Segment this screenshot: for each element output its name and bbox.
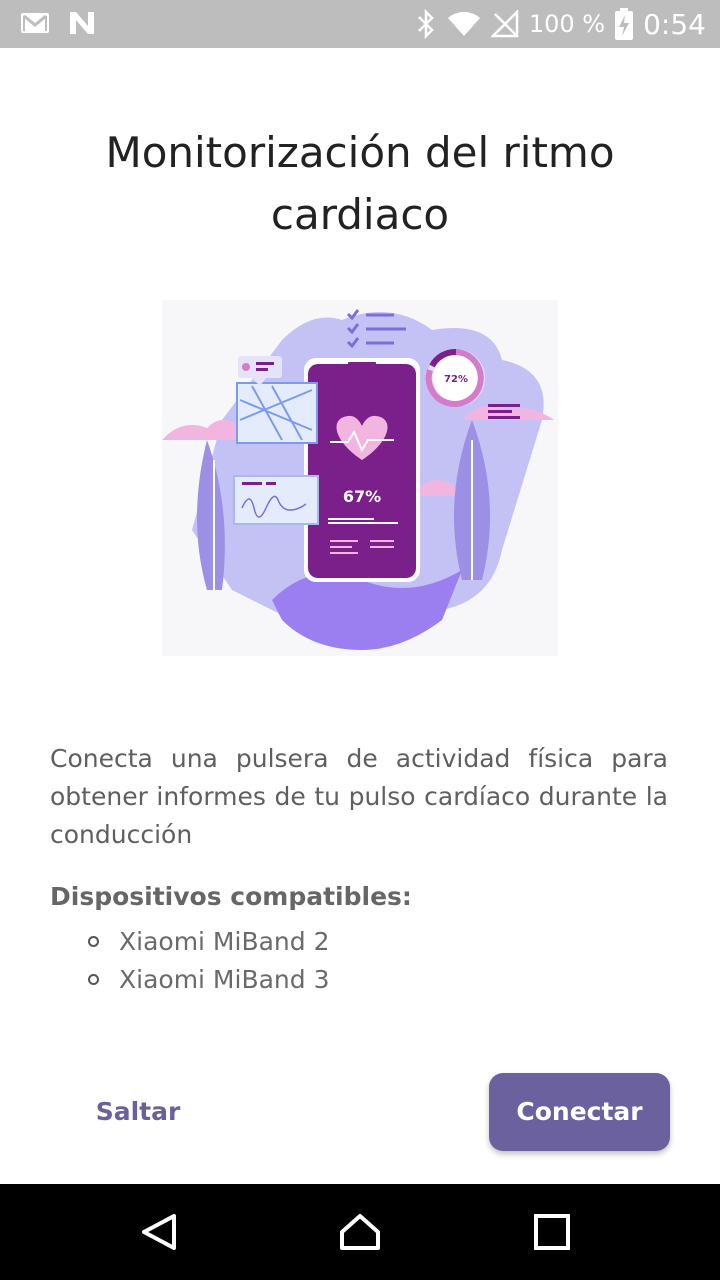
compatible-devices-title: Dispositivos compatibles: — [50, 882, 412, 911]
home-icon[interactable] — [336, 1208, 384, 1256]
recents-icon[interactable] — [528, 1208, 576, 1256]
heart-rate-illustration: 67% 72% — [162, 300, 558, 656]
list-item: Xiaomi MiBand 2 — [88, 922, 330, 960]
page-title: Monitorización del ritmo cardiaco — [105, 128, 615, 239]
battery-percent: 100 % — [528, 10, 606, 38]
ring-percent: 72% — [444, 374, 468, 385]
device-label: Xiaomi MiBand 2 — [119, 926, 330, 956]
gmail-icon — [20, 11, 50, 35]
status-bar: 100 % 0:54 — [0, 0, 720, 48]
description-text: Conecta una pulsera de actividad física … — [50, 744, 668, 849]
bluetooth-icon — [415, 9, 437, 39]
connect-button[interactable]: Conectar — [489, 1073, 670, 1151]
clock: 0:54 — [643, 7, 706, 41]
device-list: Xiaomi MiBand 2 Xiaomi MiBand 3 — [88, 922, 330, 998]
n-icon — [68, 10, 96, 36]
device-label: Xiaomi MiBand 3 — [119, 964, 330, 994]
no-signal-icon — [490, 10, 519, 38]
skip-button[interactable]: Saltar — [90, 1086, 186, 1138]
battery-charging-icon — [615, 8, 634, 40]
heart-rate-percent: 67% — [343, 487, 381, 506]
navigation-bar — [0, 1184, 720, 1280]
back-icon[interactable] — [136, 1208, 184, 1256]
bullet-icon — [88, 973, 99, 985]
list-item: Xiaomi MiBand 3 — [88, 960, 330, 998]
bullet-icon — [88, 935, 99, 947]
wifi-icon — [447, 10, 481, 38]
